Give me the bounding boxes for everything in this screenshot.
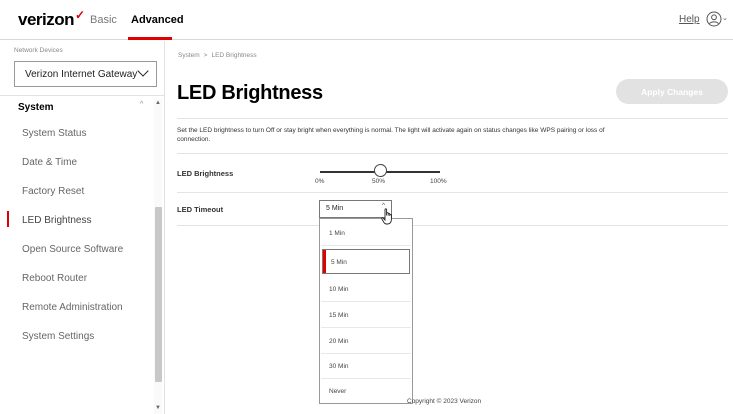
- verizon-logo[interactable]: verizon✓: [18, 8, 85, 30]
- sidebar-item-led-brightness[interactable]: LED Brightness: [22, 215, 91, 226]
- scroll-down-arrow-icon[interactable]: ▼: [155, 405, 161, 411]
- dropdown-option-selected[interactable]: 5 Min: [322, 249, 410, 274]
- sidebar-item-open-source-software[interactable]: Open Source Software: [22, 244, 123, 255]
- sidebar-scrollbar-thumb[interactable]: [155, 207, 162, 382]
- led-timeout-label: LED Timeout: [177, 205, 224, 214]
- collapse-caret-icon[interactable]: ^: [140, 101, 143, 108]
- dropdown-option[interactable]: 10 Min: [321, 277, 411, 302]
- user-menu-chevron-icon[interactable]: ⌄: [722, 14, 728, 22]
- breadcrumb-separator: >: [203, 52, 208, 59]
- breadcrumb: System > LED Brightness: [178, 52, 257, 59]
- dropdown-option-label: 5 Min: [331, 259, 347, 266]
- dropdown-option[interactable]: 20 Min: [321, 329, 411, 354]
- dropdown-option[interactable]: 15 Min: [321, 303, 411, 328]
- breadcrumb-current: LED Brightness: [211, 52, 257, 59]
- sidebar-item-remote-administration[interactable]: Remote Administration: [22, 302, 123, 313]
- logo-check-mark: ✓: [75, 8, 85, 22]
- scroll-up-arrow-icon[interactable]: ▲: [155, 100, 161, 106]
- led-brightness-label: LED Brightness: [177, 169, 234, 178]
- sidebar: Network Devices Verizon Internet Gateway…: [0, 41, 165, 414]
- sidebar-divider: [0, 95, 165, 96]
- sidebar-section-system[interactable]: System: [18, 102, 54, 113]
- slider-tick-mid: 50%: [372, 178, 386, 185]
- sidebar-item-date-time[interactable]: Date & Time: [22, 157, 77, 168]
- content-divider: [177, 225, 319, 226]
- help-link[interactable]: Help: [679, 14, 700, 25]
- dropdown-option[interactable]: 30 Min: [321, 354, 411, 379]
- chevron-down-icon: [137, 65, 149, 77]
- dropdown-option[interactable]: Never: [321, 379, 411, 404]
- sidebar-item-factory-reset[interactable]: Factory Reset: [22, 186, 84, 197]
- user-circle-icon[interactable]: [706, 11, 722, 27]
- tab-basic[interactable]: Basic: [90, 14, 117, 26]
- device-select[interactable]: Verizon Internet Gateway: [14, 61, 157, 87]
- sidebar-item-system-status[interactable]: System Status: [22, 128, 86, 139]
- tab-advanced[interactable]: Advanced: [131, 14, 184, 26]
- led-timeout-selected-value: 5 Min: [326, 205, 344, 212]
- active-item-indicator: [7, 211, 9, 227]
- sidebar-item-system-settings[interactable]: System Settings: [22, 331, 94, 342]
- copyright-text: Copyright © 2023 Verizon: [407, 398, 482, 405]
- content-divider: [177, 192, 728, 193]
- selected-option-indicator: [323, 250, 326, 273]
- breadcrumb-system[interactable]: System: [178, 52, 200, 59]
- brightness-slider-handle[interactable]: [373, 164, 387, 177]
- logo-text: verizon: [18, 10, 75, 29]
- page-title: LED Brightness: [177, 82, 323, 104]
- sidebar-item-reboot-router[interactable]: Reboot Router: [22, 273, 87, 284]
- apply-changes-button[interactable]: Apply Changes: [616, 79, 728, 104]
- device-select-value: Verizon Internet Gateway: [25, 69, 138, 80]
- active-tab-indicator: [128, 37, 172, 40]
- network-devices-label: Network Devices: [14, 47, 63, 54]
- led-timeout-dropdown-list[interactable]: 1 Min 5 Min 10 Min 15 Min 20 Min 30 Min …: [319, 218, 413, 404]
- dropdown-option[interactable]: 1 Min: [321, 221, 411, 246]
- content-divider: [177, 118, 728, 119]
- content-divider: [413, 225, 728, 226]
- slider-tick-min: 0%: [315, 178, 325, 185]
- slider-tick-max: 100%: [430, 178, 447, 185]
- content-divider: [177, 153, 728, 154]
- page-description: Set the LED brightness to turn Off or st…: [177, 127, 605, 143]
- hand-cursor-icon: [381, 208, 392, 225]
- top-navigation-bar: verizon✓ Basic Advanced Help ⌄: [0, 0, 733, 40]
